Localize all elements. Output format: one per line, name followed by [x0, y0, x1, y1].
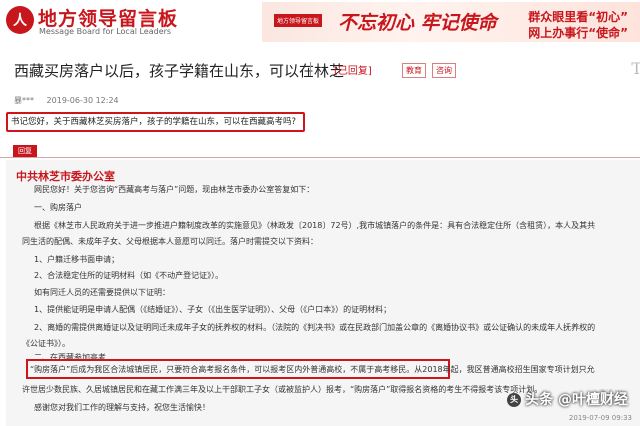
question-text: 书记您好，关于西藏林芝买房落户，孩子的学籍在山东，可以在西藏高考吗? — [6, 112, 305, 132]
banner-line-2: 网上办事行“使命” — [528, 26, 628, 40]
reply-tag: 回复 — [13, 145, 37, 157]
title-divider — [310, 62, 311, 76]
site-header: 人 地方领导留言板 Message Board for Local Leader… — [0, 0, 640, 42]
reply-line: 1、提供能证明是申请人配偶（《结婚证》）、子女（《出生医学证明》）、父母（《户口… — [34, 305, 392, 314]
reply-line: 一、购房落户 — [34, 203, 82, 212]
reply-line: 如有同迁人员的还需要提供以下证明： — [34, 288, 170, 297]
title-right-mark: T — [631, 59, 640, 78]
reply-organization: 中共林芝市委办公室 — [16, 170, 115, 183]
reply-line: 《公证书》）。 — [22, 339, 70, 348]
post-date: 2019-06-30 12:24 — [46, 96, 119, 105]
toutiao-watermark: 头头条 @叶檀财经 — [507, 389, 628, 409]
post-title-row: 西藏买房落户以后，孩子学籍在山东，可以在林芝 [已回复] 教育 咨询 T — [14, 59, 640, 80]
reply-line: 同生活的配偶、未成年子女、父母根据本人意愿可以同迁。落户时需提交以下资料： — [22, 237, 318, 246]
watermark-text: 头条 @叶檀财经 — [525, 392, 628, 408]
site-logo-subtitle: Message Board for Local Leaders — [39, 27, 172, 36]
reply-line: 许世居少数民族、久居城镇居民和在藏工作满三年及以上干部职工子女（或被监护人）报考… — [22, 385, 543, 394]
reply-line: 2、离婚的需提供离婚证以及证明同迁未成年子女的抚养权的材料。（法院的《判决书》或… — [34, 323, 596, 332]
post-author: 暴*** — [14, 96, 34, 105]
reply-line: 1、户籍迁移书面申请； — [34, 255, 120, 264]
site-logo-icon[interactable]: 人 — [6, 6, 34, 34]
reply-divider — [0, 157, 640, 158]
promo-banner[interactable]: 地方领导留言板 不忘初心 牢记使命 群众眼里看“初心” 网上办事行“使命” — [262, 2, 640, 42]
banner-slogan: 不忘初心 牢记使命 — [338, 12, 497, 34]
status-badge: [已回复] — [334, 66, 372, 77]
tag-education[interactable]: 教育 — [402, 63, 426, 78]
reply-line-highlighted: “购房落户”后成为我区合法城镇居民，只要符合高考报名条件，可以报考区内外普通高校… — [30, 365, 595, 374]
post-meta: 暴*** 2019-06-30 12:24 — [14, 95, 119, 106]
banner-badge: 地方领导留言板 — [274, 14, 323, 27]
toutiao-logo-icon: 头 — [507, 393, 522, 407]
reply-line: 网民您好！关于您咨询“西藏高考与落户”问题，现由林芝市委办公室答复如下： — [34, 185, 315, 194]
reply-date: 2019-07-09 09:33 — [568, 414, 632, 422]
page-title: 西藏买房落户以后，孩子学籍在山东，可以在林芝 — [14, 62, 345, 80]
tag-consult[interactable]: 咨询 — [432, 63, 456, 78]
reply-line: 根据《林芝市人民政府关于进一步推进户籍制度改革的实施意见》（林政发〔2018〕7… — [34, 221, 596, 230]
reply-line: 感谢您对我们工作的理解与支持，祝您生活愉快！ — [34, 403, 210, 412]
banner-line-1: 群众眼里看“初心” — [528, 10, 628, 24]
reply-line: 2、合法稳定住所的证明材料（如《不动产登记证》）。 — [34, 271, 224, 280]
